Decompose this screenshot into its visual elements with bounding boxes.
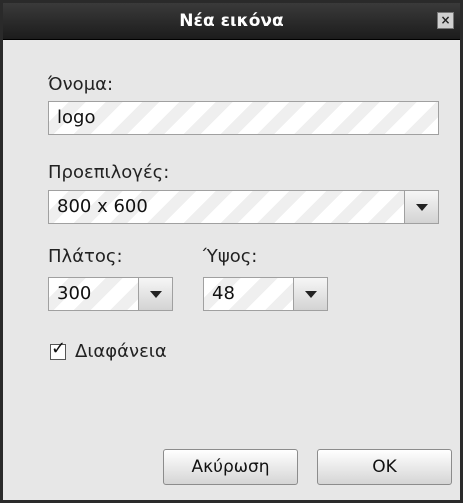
transparency-label[interactable]: Διαφάνεια (75, 341, 167, 362)
dialog-title: Νέα εικόνα (179, 11, 284, 31)
checkmark-icon: ✓ (51, 338, 67, 359)
presets-label: Προεπιλογές: (48, 162, 170, 183)
height-select[interactable]: 48 (203, 277, 328, 311)
presets-select[interactable]: 800 x 600 (48, 190, 439, 224)
width-select[interactable]: 300 (48, 277, 173, 311)
close-icon: × (440, 13, 451, 27)
name-input[interactable]: logo (48, 101, 439, 135)
title-bar: Νέα εικόνα × (3, 3, 460, 40)
presets-dropdown-button[interactable] (404, 191, 438, 223)
cancel-button[interactable]: Ακύρωση (163, 449, 298, 485)
width-value: 300 (57, 283, 92, 304)
height-value: 48 (212, 283, 235, 304)
height-label: Ύψος: (203, 246, 258, 267)
new-image-dialog: Νέα εικόνα × Όνομα: logo Προεπιλογές: 80… (0, 0, 463, 503)
width-label: Πλάτος: (48, 246, 123, 267)
transparency-checkbox[interactable]: ✓ (50, 340, 66, 360)
chevron-down-icon (305, 291, 317, 298)
chevron-down-icon (150, 291, 162, 298)
height-dropdown-button[interactable] (293, 278, 327, 310)
name-label: Όνομα: (48, 74, 114, 95)
width-dropdown-button[interactable] (138, 278, 172, 310)
close-button[interactable]: × (437, 12, 454, 29)
presets-value: 800 x 600 (57, 196, 148, 217)
ok-button[interactable]: OK (317, 449, 452, 485)
chevron-down-icon (416, 204, 428, 211)
